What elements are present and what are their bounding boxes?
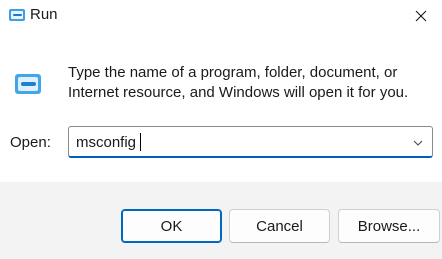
- run-program-icon: [13, 70, 43, 98]
- text-caret: [140, 133, 141, 151]
- chevron-down-icon[interactable]: [410, 135, 426, 151]
- instruction-line-1: Type the name of a program, folder, docu…: [68, 64, 398, 81]
- cancel-button[interactable]: Cancel: [229, 209, 330, 243]
- close-icon: [415, 10, 427, 22]
- close-button[interactable]: [400, 0, 442, 32]
- open-input[interactable]: [76, 131, 396, 153]
- open-combobox[interactable]: [68, 126, 433, 158]
- dialog-content: Type the name of a program, folder, docu…: [0, 32, 442, 182]
- run-icon: [8, 7, 26, 23]
- ok-button[interactable]: OK: [121, 209, 222, 243]
- run-dialog: Run Type the name of a program, folder, …: [0, 0, 442, 259]
- browse-button[interactable]: Browse...: [338, 209, 440, 243]
- window-title: Run: [30, 6, 58, 23]
- instruction-text: Type the name of a program, folder, docu…: [68, 63, 428, 103]
- instruction-line-2: Internet resource, and Windows will open…: [68, 84, 409, 101]
- title-bar: Run: [0, 0, 442, 32]
- open-label: Open:: [10, 134, 51, 151]
